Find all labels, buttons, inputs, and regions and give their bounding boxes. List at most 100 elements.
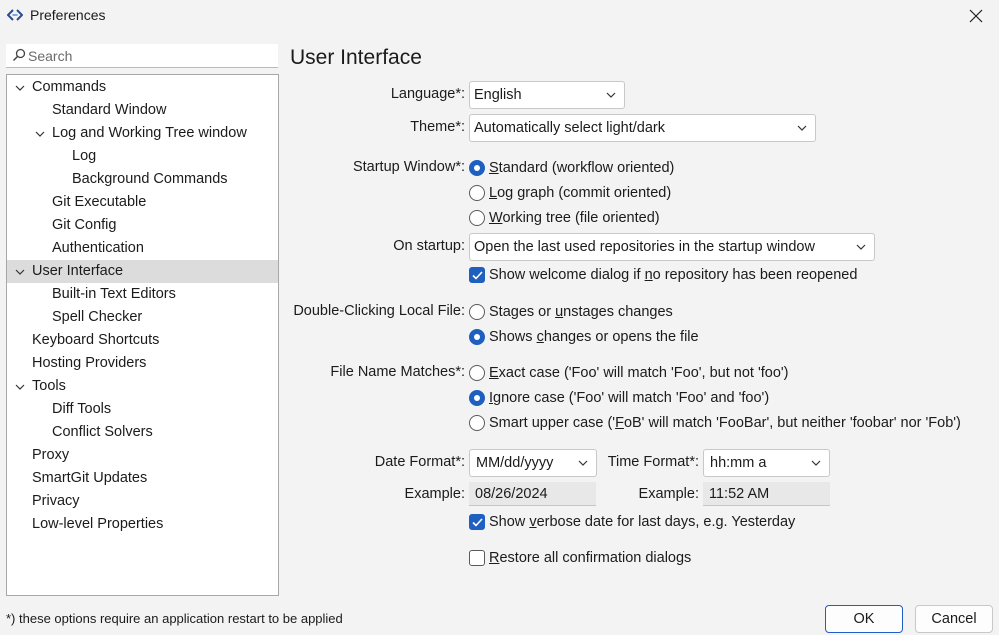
cancel-button[interactable]: Cancel (915, 605, 993, 633)
chevron-down-icon (797, 125, 807, 131)
on-startup-combo[interactable]: Open the last used repositories in the s… (469, 233, 875, 261)
date-format-label: Date Format*: (374, 454, 465, 470)
tree-item[interactable]: Tools (7, 375, 278, 398)
window-title: Preferences (30, 7, 106, 23)
tree-item-label: Conflict Solvers (52, 424, 153, 440)
tree-item[interactable]: Standard Window (7, 99, 278, 122)
radio-indicator (469, 160, 485, 176)
check-icon (472, 518, 483, 527)
tree-item[interactable]: Built-in Text Editors (7, 283, 278, 306)
close-button[interactable] (953, 0, 999, 32)
chevron-down-icon[interactable] (35, 129, 45, 139)
tree-item-label: SmartGit Updates (32, 470, 148, 486)
tree-item[interactable]: Git Config (7, 214, 278, 237)
option-label: Working tree (file oriented) (489, 210, 660, 226)
date-format-value: MM/dd/yyyy (476, 455, 554, 471)
date-example-value: 08/26/2024 (469, 482, 596, 506)
tree-item[interactable]: Git Executable (7, 191, 278, 214)
tree-item[interactable]: Diff Tools (7, 398, 278, 421)
option-label: Show verbose date for last days, e.g. Ye… (489, 514, 796, 530)
tree-item-label: Log and Working Tree window (52, 125, 247, 141)
chevron-down-icon (578, 460, 588, 466)
tree-item[interactable]: Conflict Solvers (7, 421, 278, 444)
chevron-down-icon (606, 92, 616, 98)
time-example-label: Example: (638, 486, 699, 502)
title-bar: Preferences (0, 0, 999, 32)
tree-item-label: Diff Tools (52, 401, 112, 417)
time-example-value: 11:52 AM (703, 482, 830, 506)
tree-item[interactable]: User Interface (7, 260, 278, 283)
option-label: Ignore case ('Foo' will match 'Foo' and … (489, 390, 770, 406)
language-value: English (474, 87, 522, 103)
verbose-date-checkbox[interactable]: Show verbose date for last days, e.g. Ye… (469, 511, 795, 533)
preferences-tree: Commands Standard Window Log and Working T… (6, 74, 279, 596)
radio-indicator (469, 304, 485, 320)
startup-window-radio[interactable]: Log graph (commit oriented) (469, 182, 671, 204)
chevron-down-icon[interactable] (15, 267, 25, 277)
tree-item-label: Hosting Providers (32, 355, 147, 371)
option-label: Exact case ('Foo' will match 'Foo', but … (489, 365, 789, 381)
tree-item[interactable]: Keyboard Shortcuts (7, 329, 278, 352)
chevron-down-icon[interactable] (15, 83, 25, 93)
tree-item[interactable]: Log and Working Tree window (7, 122, 278, 145)
tree-item[interactable]: SmartGit Updates (7, 467, 278, 490)
file-name-match-radio[interactable]: Exact case ('Foo' will match 'Foo', but … (469, 362, 788, 384)
theme-combo[interactable]: Automatically select light/dark (469, 114, 816, 142)
tree-item[interactable]: Authentication (7, 237, 278, 260)
radio-indicator (469, 415, 485, 431)
tree-item[interactable]: Background Commands (7, 168, 278, 191)
date-format-combo[interactable]: MM/dd/yyyy (469, 449, 597, 477)
startup-window-radio[interactable]: Working tree (file oriented) (469, 207, 660, 229)
double-click-radio[interactable]: Stages or unstages changes (469, 301, 673, 323)
radio-indicator (469, 365, 485, 381)
time-format-combo[interactable]: hh:mm a (703, 449, 830, 477)
double-click-radio[interactable]: Shows changes or opens the file (469, 326, 699, 348)
welcome-dialog-checkbox[interactable]: Show welcome dialog if no repository has… (469, 264, 857, 286)
chevron-down-icon[interactable] (15, 382, 25, 392)
time-format-label: Time Format*: (607, 454, 699, 470)
tree-item-label: Git Executable (52, 194, 147, 210)
tree-item-label: Spell Checker (52, 309, 143, 325)
restart-note: *) these options require an application … (6, 611, 343, 626)
tree-item-label: Built-in Text Editors (52, 286, 176, 302)
tree-item-label: Proxy (32, 447, 70, 463)
option-label: Smart upper case ('FoB' will match 'FooB… (489, 415, 961, 431)
search-input[interactable] (28, 46, 272, 66)
tree-item-label: Keyboard Shortcuts (32, 332, 160, 348)
startup-window-label: Startup Window*: (352, 159, 465, 175)
option-label: Standard (workflow oriented) (489, 160, 675, 176)
checkbox-indicator (469, 267, 485, 283)
tree-item-label: Log (72, 148, 97, 164)
ok-button[interactable]: OK (825, 605, 903, 633)
tree-item[interactable]: Hosting Providers (7, 352, 278, 375)
tree-item-label: User Interface (32, 263, 124, 279)
tree-item-label: Low-level Properties (32, 516, 164, 532)
tree-item[interactable]: Log (7, 145, 278, 168)
tree-item-label: Tools (32, 378, 66, 394)
tree-item[interactable]: Low-level Properties (7, 513, 278, 536)
page-title: User Interface (290, 46, 422, 69)
option-label: Stages or unstages changes (489, 304, 673, 320)
file-name-matches-label: File Name Matches*: (330, 364, 465, 380)
radio-indicator (469, 329, 485, 345)
app-icon (7, 9, 23, 21)
double-click-label: Double-Clicking Local File: (293, 303, 465, 319)
on-startup-label: On startup: (393, 238, 465, 254)
radio-indicator (469, 390, 485, 406)
theme-value: Automatically select light/dark (474, 120, 665, 136)
restore-dialogs-checkbox[interactable]: Restore all confirmation dialogs (469, 547, 691, 569)
time-format-value: hh:mm a (710, 455, 767, 471)
tree-item-label: Authentication (52, 240, 144, 256)
language-combo[interactable]: English (469, 81, 625, 109)
file-name-match-radio[interactable]: Smart upper case ('FoB' will match 'FooB… (469, 412, 961, 434)
checkbox-indicator (469, 550, 485, 566)
chevron-down-icon (811, 460, 821, 466)
tree-item-label: Standard Window (52, 102, 167, 118)
tree-item[interactable]: Proxy (7, 444, 278, 467)
tree-item[interactable]: Commands (7, 76, 278, 99)
file-name-match-radio[interactable]: Ignore case ('Foo' will match 'Foo' and … (469, 387, 769, 409)
option-label: Shows changes or opens the file (489, 329, 699, 345)
startup-window-radio[interactable]: Standard (workflow oriented) (469, 157, 674, 179)
tree-item[interactable]: Spell Checker (7, 306, 278, 329)
tree-item[interactable]: Privacy (7, 490, 278, 513)
